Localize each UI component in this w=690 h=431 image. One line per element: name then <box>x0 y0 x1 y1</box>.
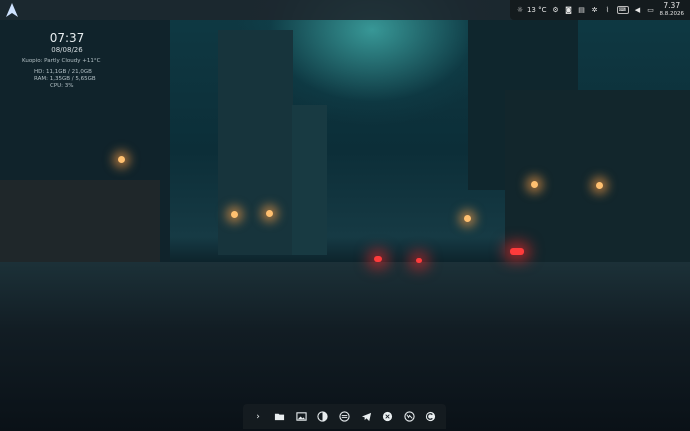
settings-icon[interactable]: ⚙ <box>552 6 560 14</box>
app-launcher-icon[interactable] <box>4 2 20 18</box>
system-tray: ☼ 13 °C ⚙ ◙ ▤ ✲ ⌇ ⌨ ◀ ▭ 7.37 8.8.2026 <box>509 0 690 20</box>
desktop-system-widget: 07:37 08/08/26 Kuopio: Partly Cloudy +11… <box>22 31 112 90</box>
volume-icon[interactable]: ◀ <box>634 6 642 14</box>
telegram-icon[interactable] <box>360 410 373 423</box>
weather-widget[interactable]: ☼ 13 °C <box>516 6 547 14</box>
system-settings-icon[interactable] <box>338 410 351 423</box>
weather-temp: 13 °C <box>526 6 547 14</box>
themes-icon[interactable] <box>316 410 329 423</box>
panel-clock-time: 7.37 <box>663 1 681 10</box>
image-viewer-icon[interactable] <box>295 410 308 423</box>
weather-icon: ☼ <box>516 6 524 14</box>
widget-weather: Kuopio: Partly Cloudy +11°C <box>22 58 101 64</box>
screenshot-icon[interactable]: ◙ <box>565 6 573 14</box>
panel-clock[interactable]: 7.37 8.8.2026 <box>660 2 685 18</box>
terminal-icon[interactable]: › <box>252 410 265 423</box>
panel-clock-date: 8.8.2026 <box>659 11 685 17</box>
app-store-icon[interactable] <box>381 410 394 423</box>
battery-icon[interactable]: ▭ <box>647 6 655 14</box>
widget-date: 08/08/26 <box>51 46 83 54</box>
widget-ram: RAM: 1,35GB / 5,65GB <box>34 76 96 82</box>
widget-cpu: CPU: 3% <box>50 83 74 89</box>
files-icon[interactable] <box>273 410 286 423</box>
keyboard-layout-icon[interactable]: ⌨ <box>616 6 629 14</box>
ccleaner-icon[interactable] <box>424 410 437 423</box>
widget-stats: HD: 11,1GB / 21,0GB RAM: 1,35GB / 5,65GB… <box>22 69 112 90</box>
gear-icon[interactable]: ✲ <box>591 6 599 14</box>
widget-time: 07:37 <box>49 31 85 45</box>
dock: › <box>243 404 446 429</box>
top-panel: ☼ 13 °C ⚙ ◙ ▤ ✲ ⌇ ⌨ ◀ ▭ 7.37 8.8.2026 <box>0 0 690 20</box>
widget-hd: HD: 11,1GB / 21,0GB <box>34 69 92 75</box>
network-icon[interactable]: ⌇ <box>604 6 612 14</box>
browser-icon[interactable] <box>403 410 416 423</box>
clipboard-icon[interactable]: ▤ <box>578 6 586 14</box>
